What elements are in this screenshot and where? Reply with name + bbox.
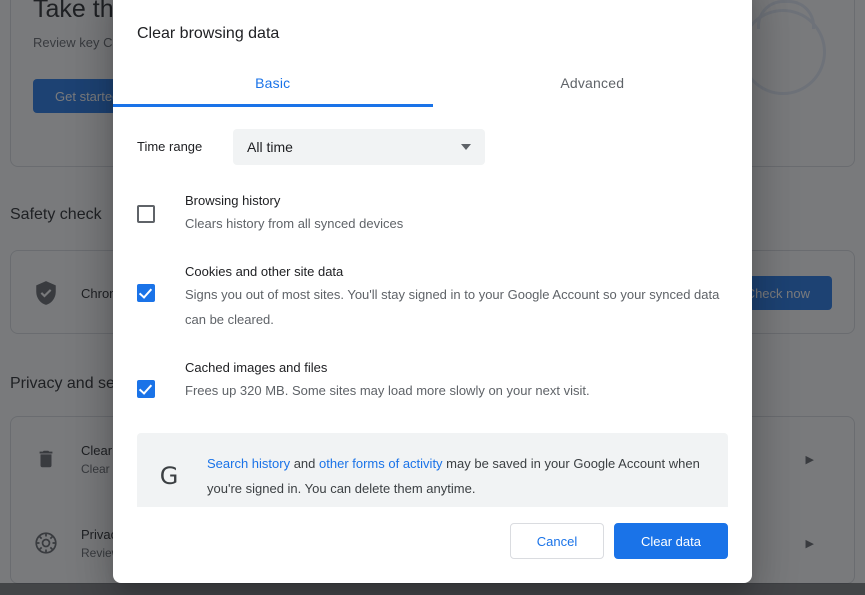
option-cached-images-and-files[interactable]: Cached images and files Frees up 320 MB.… [137,358,728,403]
tab-advanced[interactable]: Advanced [433,60,753,107]
dialog-title: Clear browsing data [137,25,280,42]
google-account-info-text: Search history and other forms of activi… [207,451,708,501]
dialog-body: Time range All time Browsing history Cle… [113,107,752,507]
time-range-label: Time range [137,139,203,155]
checkbox-box [137,379,155,398]
time-range-row: Time range All time [137,128,728,165]
dialog-tabs: Basic Advanced [113,60,752,107]
browsing-history-title: Browsing history [185,192,281,208]
browser-settings-screen: Take the Safety check Review key Chrome … [0,0,865,595]
info-mid-text: and [290,455,320,471]
tab-active-indicator [113,103,433,107]
cookies-and-site-data-texts: Cookies and other site data Signs you ou… [185,262,728,332]
cookies-and-site-data-checkbox[interactable] [137,283,155,302]
clear-browsing-data-dialog: Clear browsing data Basic Advanced Time … [113,0,752,583]
cached-images-and-files-description: Frees up 320 MB. Some sites may load mor… [185,382,590,398]
search-history-link[interactable]: Search history [207,456,290,471]
browsing-history-texts: Browsing history Clears history from all… [185,191,728,236]
clear-data-button[interactable]: Clear data [614,523,728,559]
cookies-and-site-data-description: Signs you out of most sites. You'll stay… [185,286,720,327]
browsing-history-description: Clears history from all synced devices [185,215,404,231]
cookies-and-site-data-title: Cookies and other site data [185,263,344,279]
option-cookies-and-site-data[interactable]: Cookies and other site data Signs you ou… [137,262,728,332]
cached-images-and-files-texts: Cached images and files Frees up 320 MB.… [185,358,728,403]
google-account-info-box: G Search history and other forms of acti… [137,432,728,507]
checkbox-box [137,283,155,302]
browsing-history-checkbox[interactable] [137,204,155,223]
other-forms-of-activity-link[interactable]: other forms of activity [319,456,443,471]
time-range-select[interactable]: All time [233,128,485,165]
tab-basic[interactable]: Basic [113,60,433,107]
scrim-bottom-strip [0,583,865,595]
option-browsing-history[interactable]: Browsing history Clears history from all… [137,191,728,236]
time-range-value: All time [247,138,293,155]
cached-images-and-files-checkbox[interactable] [137,379,155,398]
cached-images-and-files-title: Cached images and files [185,359,328,375]
google-g-icon: G [159,461,179,490]
chevron-down-icon [461,143,471,150]
dialog-footer: Cancel Clear data [113,507,752,583]
checkbox-box [137,204,155,223]
cancel-button[interactable]: Cancel [510,523,604,559]
